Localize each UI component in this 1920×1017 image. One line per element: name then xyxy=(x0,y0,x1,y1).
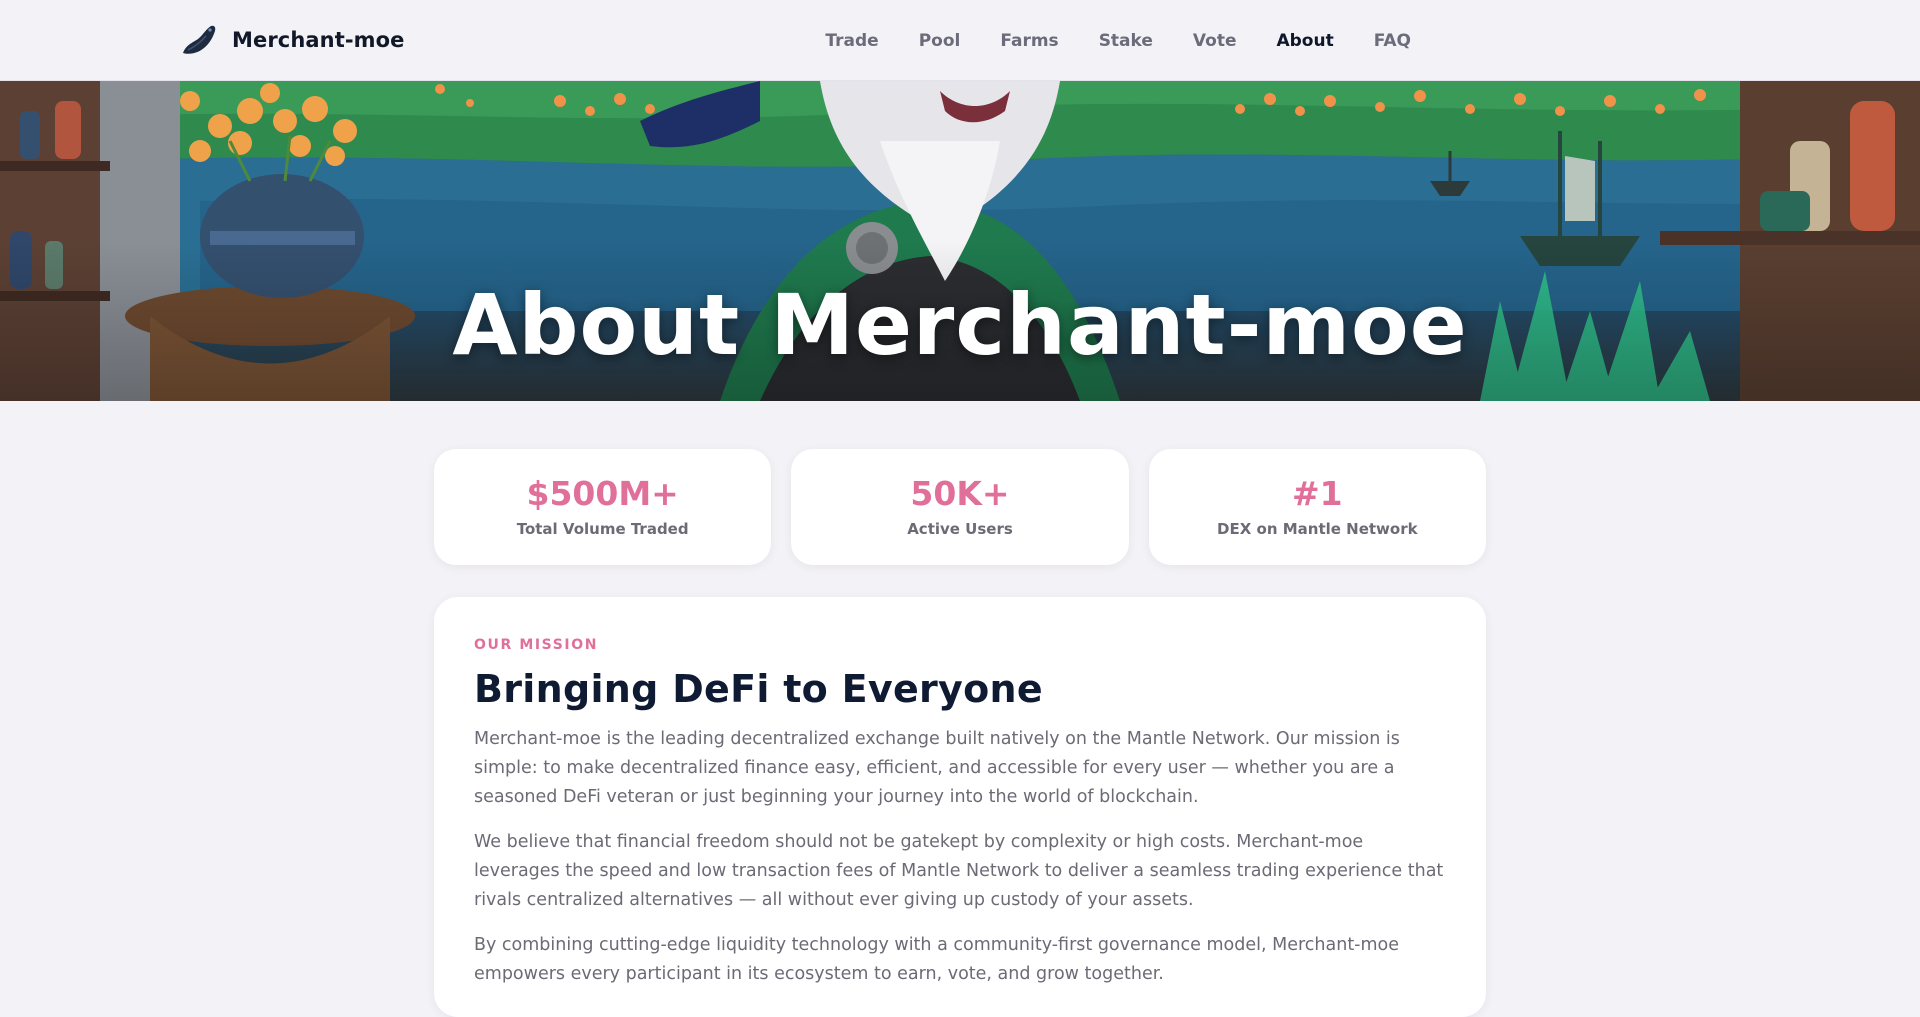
mission-paragraph: By combining cutting-edge liquidity tech… xyxy=(474,935,1400,984)
stat-label: Active Users xyxy=(907,520,1013,539)
nav-link-vote[interactable]: Vote xyxy=(1193,31,1237,51)
stat-value: 50K+ xyxy=(910,473,1010,513)
mission-eyebrow: OUR MISSION xyxy=(474,637,599,653)
main-nav-links: Trade Pool Farms Stake Vote About FAQ xyxy=(825,0,1411,81)
nav-link-trade[interactable]: Trade xyxy=(825,31,878,51)
mission-card: OUR MISSION Bringing DeFi to Everyone Me… xyxy=(434,597,1486,1017)
stat-card-rank: #1 DEX on Mantle Network xyxy=(1148,449,1486,565)
nav-link-farms[interactable]: Farms xyxy=(1000,31,1058,51)
brand-home-link[interactable]: Merchant-moe xyxy=(180,18,405,62)
nav-link-about[interactable]: About xyxy=(1276,31,1333,51)
nav-link-faq[interactable]: FAQ xyxy=(1374,31,1411,51)
nav-link-stake[interactable]: Stake xyxy=(1099,31,1153,51)
mission-title: Bringing DeFi to Everyone xyxy=(474,667,1043,711)
stat-value: $500M+ xyxy=(526,473,679,513)
stat-value: #1 xyxy=(1292,473,1343,513)
mission-paragraph: We believe that financial freedom should… xyxy=(474,832,1444,910)
hero-banner: About Merchant-moe xyxy=(0,81,1920,401)
stats-row: $500M+ Total Volume Traded 50K+ Active U… xyxy=(434,449,1486,565)
stat-label: DEX on Mantle Network xyxy=(1217,520,1418,539)
brand-name: Merchant-moe xyxy=(232,28,405,52)
merchant-moe-logo-icon xyxy=(183,25,216,54)
top-navigation: Merchant-moe Trade Pool Farms Stake Vote… xyxy=(0,0,1920,81)
nav-link-pool[interactable]: Pool xyxy=(919,31,961,51)
stat-label: Total Volume Traded xyxy=(516,520,689,539)
page-title: About Merchant-moe xyxy=(452,276,1468,374)
mission-paragraph: Merchant-moe is the leading decentralize… xyxy=(474,729,1400,807)
stat-card-users: 50K+ Active Users xyxy=(791,449,1129,565)
stat-card-volume: $500M+ Total Volume Traded xyxy=(434,449,772,565)
